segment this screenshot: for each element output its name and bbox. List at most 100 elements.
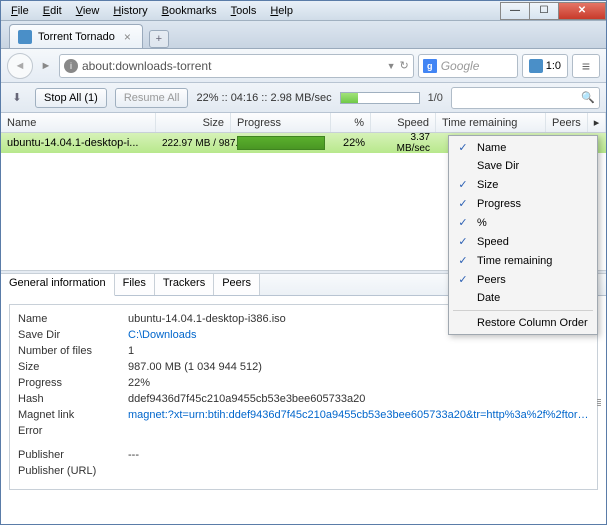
forward-button[interactable]: ► (37, 55, 55, 77)
url-dropdown-icon[interactable]: ▼ (387, 61, 396, 71)
firefox-window: File Edit View History Bookmarks Tools H… (0, 0, 607, 525)
value-error (128, 425, 589, 437)
value-num-files: 1 (128, 345, 589, 357)
filter-box[interactable]: 🔍 (451, 87, 600, 109)
menu-file[interactable]: File (5, 4, 35, 18)
label-num-files: Number of files (18, 345, 128, 357)
col-progress[interactable]: Progress (231, 113, 331, 132)
tab-files[interactable]: Files (115, 274, 155, 295)
titlebar: File Edit View History Bookmarks Tools H… (1, 1, 606, 21)
identity-icon: i (64, 59, 78, 73)
label-progress: Progress (18, 377, 128, 389)
cell-progress (231, 134, 331, 152)
col-percent[interactable]: % (331, 113, 371, 132)
google-icon: g (423, 59, 437, 73)
value-magnet[interactable]: magnet:?xt=urn:btih:ddef9436d7f45c210a94… (128, 409, 589, 421)
value-publisher: --- (128, 449, 589, 461)
maximize-button[interactable]: ☐ (529, 2, 559, 20)
column-options-icon[interactable]: ▸ (588, 113, 606, 132)
column-headers: Name Size Progress % Speed Time remainin… (1, 113, 606, 133)
search-placeholder: Google (441, 59, 480, 73)
new-tab-button[interactable]: + (149, 30, 169, 48)
check-icon: ✓ (455, 235, 471, 248)
cm-label: Restore Column Order (477, 317, 588, 329)
resume-all-button[interactable]: Resume All (115, 88, 189, 108)
cm-label: Name (477, 142, 506, 154)
url-text: about:downloads-torrent (82, 59, 383, 73)
cm-label: Progress (477, 198, 521, 210)
tab-torrent-tornado[interactable]: Torrent Tornado × (9, 24, 143, 48)
check-icon: ✓ (455, 197, 471, 210)
cm-item-date[interactable]: Date (451, 289, 595, 307)
cm-label: Save Dir (477, 160, 519, 172)
cell-speed: 3.37 MB/sec (371, 133, 436, 154)
cm-label: Date (477, 292, 500, 304)
tab-general[interactable]: General information (1, 274, 115, 296)
tab-trackers[interactable]: Trackers (155, 274, 214, 295)
label-publisher-url: Publisher (URL) (18, 465, 128, 477)
menu-tools[interactable]: Tools (225, 4, 263, 18)
check-icon: ✓ (455, 141, 471, 154)
label-save-dir: Save Dir (18, 329, 128, 341)
value-progress: 22% (128, 377, 589, 389)
cm-item-size[interactable]: ✓ Size (451, 175, 595, 194)
global-stats: 22% :: 04:16 :: 2.98 MB/sec (196, 92, 331, 104)
col-name[interactable]: Name (1, 113, 156, 132)
label-hash: Hash (18, 393, 128, 405)
add-torrent-icon[interactable]: ⬇ (7, 88, 27, 108)
back-button[interactable]: ◄ (7, 53, 33, 79)
menubar: File Edit View History Bookmarks Tools H… (1, 2, 501, 20)
tab-close-icon[interactable]: × (121, 30, 134, 44)
cm-item-speed[interactable]: ✓ Speed (451, 232, 595, 251)
torrent-toolbar: ⬇ Stop All (1) Resume All 22% :: 04:16 :… (1, 83, 606, 113)
cm-item-%[interactable]: ✓% (451, 213, 595, 232)
value-publisher-url (128, 465, 589, 477)
resize-grip-icon[interactable] (597, 399, 603, 419)
url-bar[interactable]: i about:downloads-torrent ▼ ↻ (59, 54, 414, 78)
label-publisher: Publisher (18, 449, 128, 461)
search-icon: 🔍 (581, 91, 595, 104)
cm-item-name[interactable]: ✓ Name (451, 138, 595, 157)
label-name: Name (18, 313, 128, 325)
global-ratio: 1/0 (428, 92, 443, 104)
s3-count: 1:0 (546, 60, 561, 72)
menu-help[interactable]: Help (264, 4, 299, 18)
cm-restore-order[interactable]: Restore Column Order (451, 314, 595, 332)
column-context-menu: ✓ Name Save Dir ✓ Size ✓ Progress ✓% ✓ Speed ✓Time… (448, 135, 598, 335)
check-icon: ✓ (455, 254, 471, 267)
s3-counter[interactable]: 1:0 (522, 54, 568, 78)
cell-size: 222.97 MB / 987.00 MB (156, 138, 231, 149)
menu-bookmarks[interactable]: Bookmarks (156, 4, 223, 18)
cell-name: ubuntu-14.04.1-desktop-i... (1, 137, 156, 149)
label-magnet: Magnet link (18, 409, 128, 421)
global-progress-bar (340, 92, 420, 104)
menu-history[interactable]: History (107, 4, 153, 18)
s3-icon (529, 59, 543, 73)
reload-icon[interactable]: ↻ (399, 59, 408, 72)
col-peers[interactable]: Peers (546, 113, 588, 132)
cm-item-save-dir[interactable]: Save Dir (451, 157, 595, 175)
col-size[interactable]: Size (156, 113, 231, 132)
cm-label: Peers (477, 274, 506, 286)
cm-label: Speed (477, 236, 509, 248)
menu-view[interactable]: View (70, 4, 106, 18)
tab-favicon-icon (18, 30, 32, 44)
cm-item-time-remaining[interactable]: ✓Time remaining (451, 251, 595, 270)
tab-title: Torrent Tornado (38, 31, 115, 43)
label-size: Size (18, 361, 128, 373)
cm-label: Size (477, 179, 498, 191)
cm-item-progress[interactable]: ✓ Progress (451, 194, 595, 213)
tab-peers[interactable]: Peers (214, 274, 260, 295)
cm-label: % (477, 217, 487, 229)
stop-all-button[interactable]: Stop All (1) (35, 88, 107, 108)
col-time-remaining[interactable]: Time remaining (436, 113, 546, 132)
close-button[interactable]: ✕ (558, 2, 606, 20)
menu-edit[interactable]: Edit (37, 4, 68, 18)
tab-bar: Torrent Tornado × + (1, 21, 606, 49)
col-speed[interactable]: Speed (371, 113, 436, 132)
minimize-button[interactable]: — (500, 2, 530, 20)
search-box[interactable]: g Google (418, 54, 518, 78)
check-icon: ✓ (455, 178, 471, 191)
hamburger-menu[interactable]: ≡ (572, 54, 600, 78)
cm-item-peers[interactable]: ✓Peers (451, 270, 595, 289)
